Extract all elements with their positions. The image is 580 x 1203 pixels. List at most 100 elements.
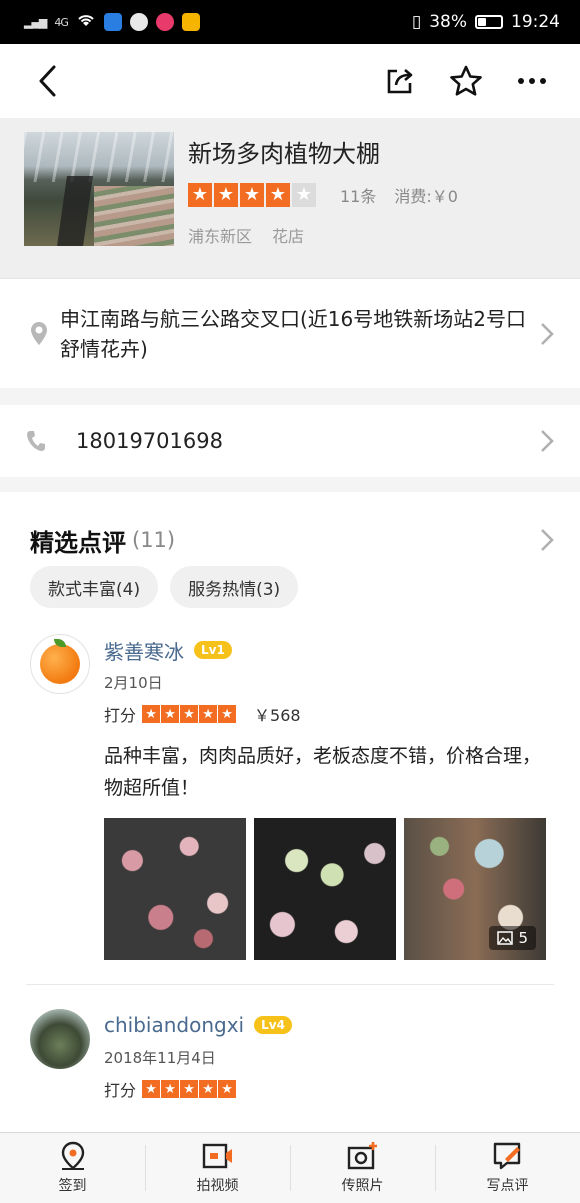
favorite-star-icon — [450, 65, 482, 96]
tag-service[interactable]: 服务热情(3) — [170, 566, 299, 608]
rating-star-icon: ★ — [240, 183, 264, 207]
address-text: 申江南路与航三公路交叉口(近16号地铁新场站2号口舒情花卉) — [60, 306, 526, 361]
more-button[interactable] — [510, 59, 554, 103]
score-label: 打分 — [104, 1081, 137, 1100]
shop-name: 新场多肉植物大棚 — [188, 140, 380, 168]
favorite-button[interactable] — [444, 59, 488, 103]
review-body: 紫善寒冰 Lv1 2月10日 打分 ★ ★ ★ ★ ★ ￥568 品种丰富，肉肉品质好，… — [104, 634, 554, 960]
phone-row[interactable]: 18019701698 — [0, 405, 580, 477]
shop-header: 新场多肉植物大棚 ★ ★ ★ ★ ★ 11条 消费:￥0 浦东新区 花店 — [0, 118, 580, 278]
review-price: ￥568 — [254, 706, 301, 725]
orange-avatar-icon — [40, 639, 80, 684]
vibrate-icon: ▯ — [411, 12, 422, 32]
battery-percent: 38% — [429, 12, 467, 32]
game-app-icon — [181, 13, 200, 31]
review-date: 2月10日 — [104, 674, 163, 692]
tag-variety[interactable]: 款式丰富(4) — [30, 566, 159, 608]
top-nav — [0, 44, 580, 118]
rating-star-icon: ★ — [199, 705, 218, 723]
shop-district: 浦东新区 — [188, 227, 253, 246]
review-star-rating: ★ ★ ★ ★ ★ — [142, 1080, 237, 1098]
signal-icon: ▂▄▆ — [24, 15, 47, 29]
tab-video[interactable]: 拍视频 — [145, 1133, 290, 1203]
chevron-right-icon — [541, 322, 554, 345]
review-photo[interactable] — [104, 818, 246, 960]
divider — [26, 984, 554, 985]
photo-count-badge: 5 — [489, 926, 536, 950]
reviewer-name[interactable]: chibiandongxi — [104, 1013, 244, 1037]
reviews-count: (11) — [132, 528, 176, 552]
rating-star-icon: ★ — [292, 183, 316, 207]
review-body: chibiandongxi Lv4 2018年11月4日 打分 ★ ★ ★ ★ ★ — [104, 1009, 554, 1103]
share-icon — [387, 69, 413, 94]
tab-checkin[interactable]: 签到 — [0, 1133, 145, 1203]
avatar[interactable] — [30, 634, 90, 694]
review-count: 11条 — [340, 187, 377, 206]
rating-row: ★ ★ ★ ★ ★ 11条 消费:￥0 — [188, 183, 556, 207]
rating-star-icon: ★ — [180, 1080, 199, 1098]
rating-star-icon: ★ — [142, 705, 161, 723]
review-star-rating: ★ ★ ★ ★ ★ — [142, 705, 237, 723]
photo-count: 5 — [518, 929, 528, 947]
wifi-icon — [76, 12, 96, 32]
tab-label: 拍视频 — [196, 1178, 239, 1194]
review-photo[interactable]: 5 — [404, 818, 546, 960]
average-cost: 消费:￥0 — [394, 187, 458, 206]
review-text: 品种丰富，肉肉品质好，老板态度不错，价格合理，物超所值！ — [104, 745, 542, 799]
review-date: 2018年11月4日 — [104, 1049, 216, 1067]
reviewer-name[interactable]: 紫善寒冰 — [104, 636, 184, 665]
score-label: 打分 — [104, 706, 137, 725]
review-photo[interactable] — [254, 818, 396, 960]
more-icon — [518, 78, 546, 84]
photo-upload-icon — [347, 1142, 377, 1170]
rating-star-icon: ★ — [161, 705, 180, 723]
rating-star-icon: ★ — [266, 183, 290, 207]
shop-info: 新场多肉植物大棚 ★ ★ ★ ★ ★ 11条 消费:￥0 浦东新区 花店 — [188, 132, 556, 264]
status-left: ▂▄▆ 4G — [24, 12, 412, 32]
back-button[interactable] — [26, 59, 70, 103]
tab-label: 写点评 — [486, 1178, 529, 1194]
weibo-icon — [155, 13, 174, 31]
level-badge: Lv4 — [254, 1016, 292, 1034]
shop-star-rating: ★ ★ ★ ★ ★ — [188, 183, 316, 207]
reviews-section: 精选点评 (11) 款式丰富(4) 服务热情(3) 紫善寒冰 Lv1 2月10日… — [0, 492, 580, 1132]
reviews-title: 精选点评 — [30, 528, 126, 557]
shield-app-icon — [103, 13, 122, 31]
wechat-icon — [129, 13, 148, 31]
back-icon — [39, 65, 56, 97]
review-score: 打分 ★ ★ ★ ★ ★ ￥568 — [104, 700, 554, 728]
review-score: 打分 ★ ★ ★ ★ ★ — [104, 1075, 554, 1103]
rating-star-icon: ★ — [199, 1080, 218, 1098]
status-right: ▯ 38% 19:24 — [412, 12, 560, 32]
shop-meta: 浦东新区 花店 — [188, 223, 556, 247]
review-photos: 5 — [104, 818, 554, 960]
review-tags: 款式丰富(4) 服务热情(3) — [0, 566, 580, 608]
battery-fill — [478, 18, 487, 26]
write-review-icon — [493, 1142, 520, 1170]
location-pin-icon — [31, 322, 47, 345]
rating-star-icon: ★ — [180, 705, 199, 723]
rating-star-icon: ★ — [188, 183, 212, 207]
clock: 19:24 — [511, 12, 560, 32]
level-badge: Lv1 — [194, 641, 232, 659]
review-item: 紫善寒冰 Lv1 2月10日 打分 ★ ★ ★ ★ ★ ￥568 品种丰富，肉肉品质好，… — [0, 634, 580, 960]
avatar[interactable] — [30, 1009, 90, 1069]
status-bar: ▂▄▆ 4G ▯ 38% 19:24 — [0, 0, 580, 44]
tab-label: 传照片 — [341, 1178, 384, 1194]
battery-icon — [475, 15, 503, 29]
tab-write-review[interactable]: 写点评 — [435, 1133, 580, 1203]
reviews-header[interactable]: 精选点评 (11) — [0, 492, 580, 566]
shop-photo[interactable] — [24, 132, 174, 246]
rating-star-icon: ★ — [218, 1080, 237, 1098]
rating-star-icon: ★ — [218, 705, 237, 723]
image-icon — [497, 931, 514, 945]
rating-star-icon: ★ — [161, 1080, 180, 1098]
video-camera-icon — [202, 1143, 232, 1169]
address-row[interactable]: 申江南路与航三公路交叉口(近16号地铁新场站2号口舒情花卉) — [0, 278, 580, 388]
tab-photo[interactable]: 传照片 — [290, 1133, 435, 1203]
chevron-right-icon — [541, 430, 554, 452]
phone-icon — [27, 431, 45, 451]
network-type: 4G — [54, 15, 68, 29]
rating-star-icon: ★ — [142, 1080, 161, 1098]
share-button[interactable] — [378, 59, 422, 103]
